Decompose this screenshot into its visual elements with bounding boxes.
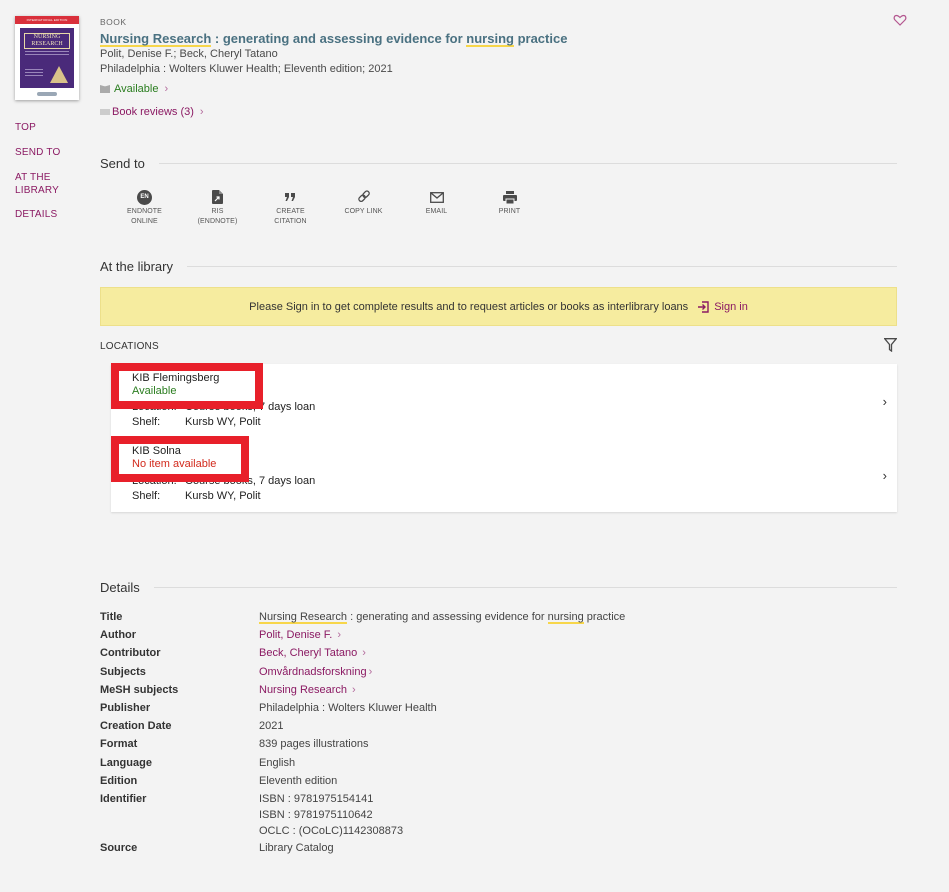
detail-row-creation-date: Creation Date 2021	[100, 720, 284, 733]
quote-icon	[285, 189, 296, 205]
locations-header: LOCATIONS	[100, 337, 898, 355]
signin-message: Please Sign in to get complete results a…	[249, 300, 689, 313]
nav-at-the-library[interactable]: AT THE LIBRARY	[15, 171, 59, 197]
details-table: Title Nursing Research : generating and …	[100, 608, 897, 857]
cover-title: NURSING RESEARCH	[24, 33, 70, 49]
book-cover-thumbnail[interactable]: INTERNATIONAL EDITION NURSING RESEARCH	[15, 16, 79, 100]
cover-art: NURSING RESEARCH	[20, 28, 74, 88]
link-icon	[357, 189, 371, 205]
detail-row-author: Author Polit, Denise F. ›	[100, 626, 897, 644]
copy-link-button[interactable]: COPY LINK	[327, 189, 400, 227]
record-authors: Polit, Denise F.; Beck, Cheryl Tatano	[100, 48, 278, 60]
record-summary: BOOK Nursing Research : generating and a…	[100, 17, 890, 119]
record-title[interactable]: Nursing Research : generating and assess…	[100, 30, 890, 47]
divider	[186, 266, 897, 267]
mesh-subject-link[interactable]: Nursing Research ›	[259, 681, 356, 699]
locations-label: LOCATIONS	[100, 340, 159, 352]
detail-row-identifier: Identifier ISBN : 9781975154141 ISBN : 9…	[100, 793, 404, 838]
availability-status: Available	[114, 83, 159, 95]
chevron-right-icon: ›	[368, 665, 373, 678]
file-export-icon	[212, 189, 223, 205]
chevron-right-icon[interactable]: ›	[883, 468, 887, 483]
detail-row-publisher: Publisher Philadelphia : Wolters Kluwer …	[100, 702, 437, 715]
chevron-right-icon: ›	[352, 683, 356, 696]
contributor-link[interactable]: Beck, Cheryl Tatano ›	[259, 644, 366, 662]
favorite-heart-icon[interactable]	[893, 13, 907, 27]
identifier-value: ISBN : 9781975110642	[259, 809, 373, 822]
nav-top[interactable]: TOP	[15, 121, 75, 134]
send-to-actions: EN ENDNOTE ONLINE RIS (ENDNOTE) CREATE CITA…	[108, 189, 546, 227]
sign-in-icon	[698, 300, 709, 313]
cover-band: INTERNATIONAL EDITION	[15, 16, 79, 24]
detail-row-edition: Edition Eleventh edition	[100, 774, 338, 787]
chevron-right-icon[interactable]: ›	[883, 394, 887, 409]
details-heading: Details	[100, 580, 140, 595]
identifier-value: ISBN : 9781975154141	[259, 793, 374, 806]
section-nav: TOP SEND TO AT THE LIBRARY DETAILS	[15, 121, 75, 233]
detail-row-source: Source Library Catalog	[100, 842, 334, 855]
author-link[interactable]: Polit, Denise F. ›	[259, 626, 341, 644]
subject-link[interactable]: Omvårdnadsforskning ›	[259, 663, 372, 681]
create-citation-button[interactable]: CREATE CITATION	[254, 189, 327, 227]
signin-link[interactable]: Sign in	[698, 301, 748, 313]
publisher-logo	[37, 92, 57, 96]
availability-link[interactable]: Available ›	[100, 82, 890, 96]
pyramid-graphic	[50, 66, 68, 83]
send-to-section-header: Send to	[100, 156, 897, 171]
divider	[158, 163, 897, 164]
detail-row-title: Title Nursing Research : generating and …	[100, 611, 626, 624]
library-section-header: At the library	[100, 259, 897, 274]
resource-type: BOOK	[100, 17, 127, 27]
endnote-icon: EN	[137, 189, 152, 205]
chevron-right-icon: ›	[199, 106, 204, 118]
divider	[153, 587, 897, 588]
print-button[interactable]: PRINT	[473, 189, 546, 227]
detail-row-mesh: MeSH subjects Nursing Research ›	[100, 681, 897, 699]
chevron-right-icon: ›	[337, 629, 342, 642]
email-button[interactable]: EMAIL	[400, 189, 473, 227]
book-open-icon	[100, 85, 110, 93]
nav-details[interactable]: DETAILS	[15, 208, 75, 221]
signin-banner: Please Sign in to get complete results a…	[100, 287, 897, 326]
details-section-header: Details	[100, 580, 897, 595]
ris-endnote-button[interactable]: RIS (ENDNOTE)	[181, 189, 254, 227]
nav-send-to[interactable]: SEND TO	[15, 146, 75, 159]
detail-row-language: Language English	[100, 756, 296, 769]
record-publication: Philadelphia : Wolters Kluwer Health; El…	[100, 63, 393, 75]
send-to-heading: Send to	[100, 156, 145, 171]
detail-row-contributor: Contributor Beck, Cheryl Tatano ›	[100, 644, 897, 662]
identifier-value: OCLC : (OCoLC)1142308873	[259, 825, 404, 838]
reviews-icon	[100, 109, 110, 115]
endnote-online-button[interactable]: EN ENDNOTE ONLINE	[108, 189, 181, 227]
email-icon	[429, 189, 444, 205]
library-heading: At the library	[100, 259, 173, 274]
print-icon	[502, 189, 517, 205]
chevron-right-icon: ›	[362, 647, 366, 660]
book-reviews-link[interactable]: Book reviews (3) ›	[100, 105, 890, 119]
filter-icon[interactable]	[883, 337, 898, 355]
detail-row-format: Format 839 pages illustrations	[100, 738, 369, 751]
chevron-right-icon: ›	[164, 83, 169, 95]
detail-row-subjects: Subjects Omvårdnadsforskning ›	[100, 663, 897, 681]
